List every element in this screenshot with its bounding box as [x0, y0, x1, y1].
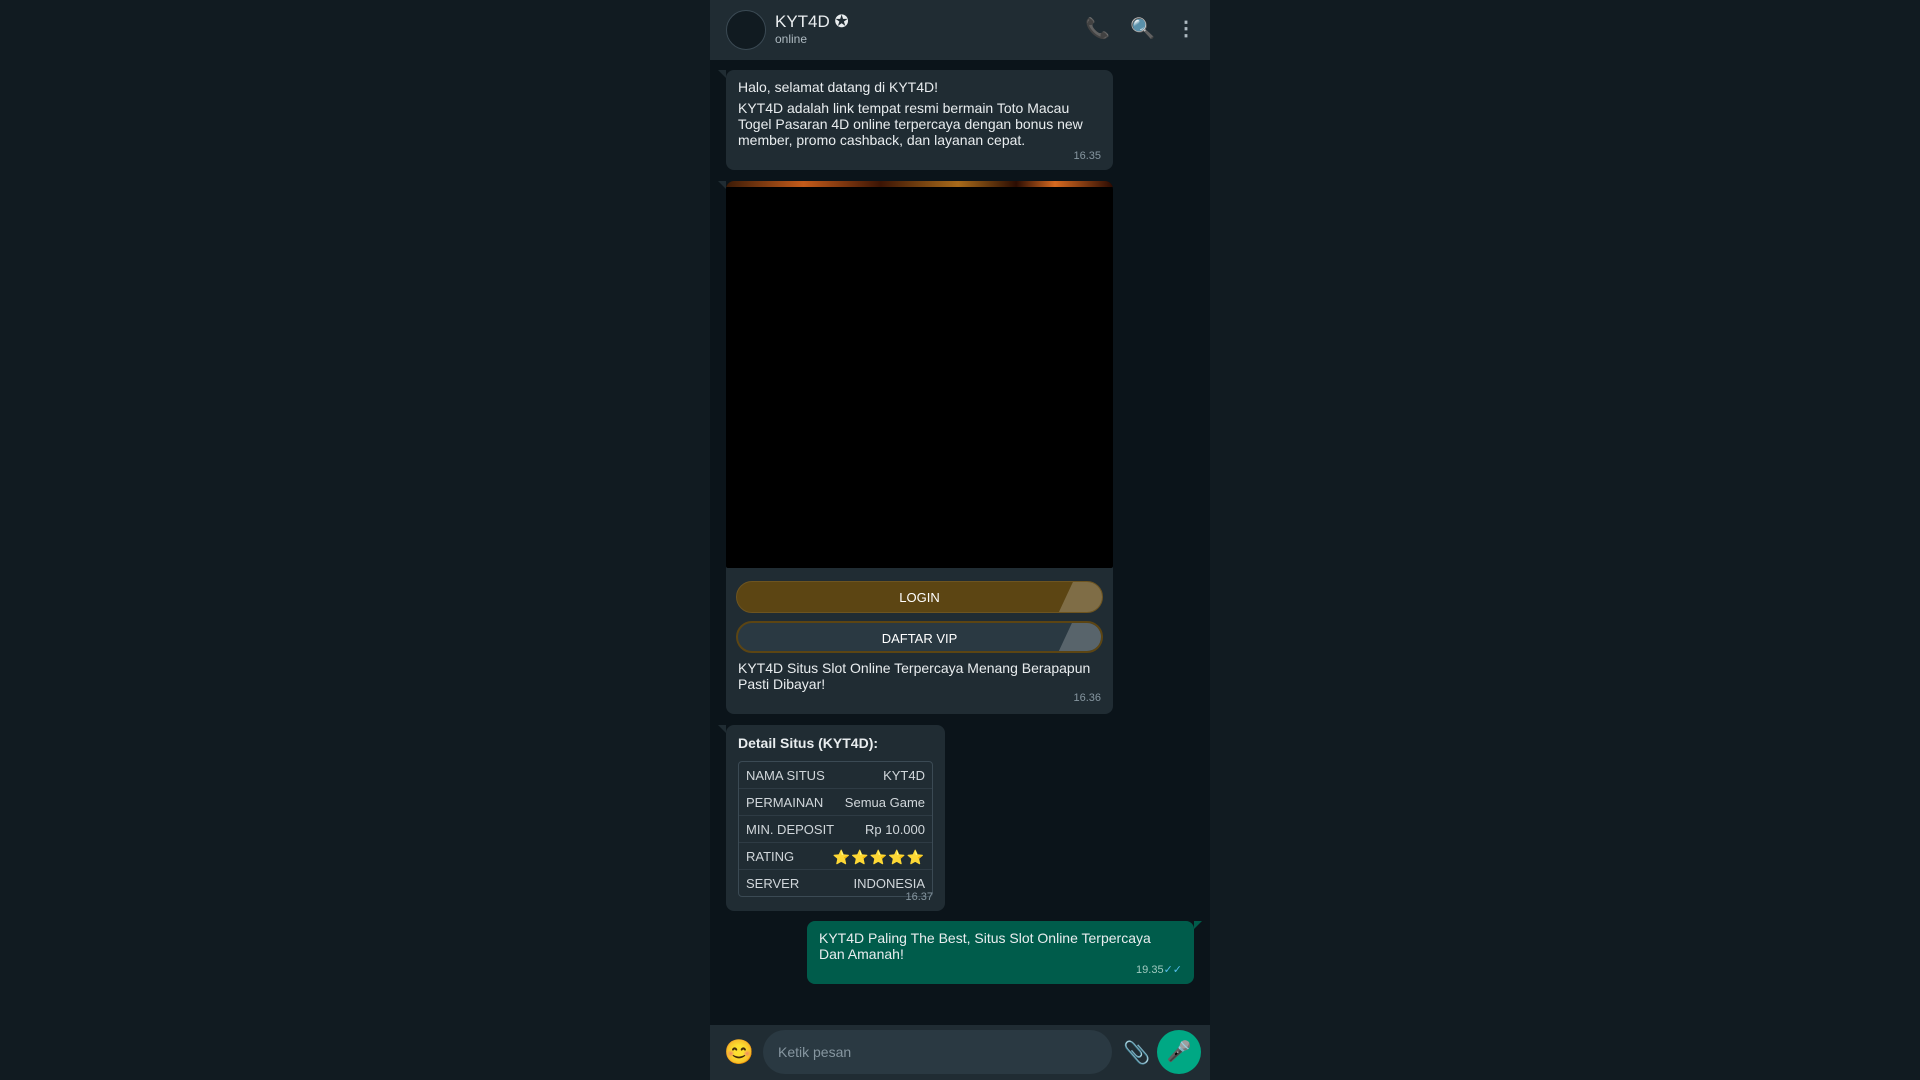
more-vertical-icon[interactable]: ⋮ — [1176, 17, 1196, 41]
row-key: PERMAINAN — [746, 795, 824, 810]
message-bubble-promo: LOGIN DAFTAR VIP KYT4D Situs Slot Online… — [718, 181, 1113, 714]
table-row: RATING ⭐⭐⭐⭐⭐ — [739, 843, 932, 870]
contact-status: online — [775, 32, 808, 46]
message-bubble-welcome: Halo, selamat datang di KYT4D! KYT4D ada… — [718, 70, 1113, 170]
message-composer: 😊 📎 🎤 — [710, 1025, 1210, 1080]
table-row: MIN. DEPOSIT Rp 10.000 — [739, 816, 932, 843]
chat-header: KYT4D ✪ online 📞 🔍 ⋮ — [710, 0, 1210, 60]
details-table: NAMA SITUS KYT4D PERMAINAN Semua Game MI… — [738, 761, 933, 897]
row-key: MIN. DEPOSIT — [746, 822, 835, 837]
message-time: 19.35✓✓ — [1136, 962, 1182, 978]
message-greeting: Halo, selamat datang di KYT4D! — [738, 79, 938, 95]
message-time: 16.35 — [1073, 150, 1101, 162]
table-row: NAMA SITUS KYT4D — [739, 762, 932, 789]
details-heading: Detail Situs (KYT4D): — [738, 735, 879, 751]
message-time: 16.37 — [905, 891, 933, 903]
read-ticks-icon: ✓✓ — [1163, 964, 1182, 976]
message-body: KYT4D adalah link tempat resmi bermain T… — [738, 100, 1083, 148]
rating-stars: ⭐⭐⭐⭐⭐ — [832, 849, 925, 865]
promo-image[interactable] — [726, 181, 1113, 568]
microphone-button[interactable]: 🎤 — [1157, 1030, 1201, 1074]
outgoing-text: KYT4D Paling The Best, Situs Slot Online… — [819, 930, 1151, 962]
message-bubble-outgoing: KYT4D Paling The Best, Situs Slot Online… — [807, 921, 1202, 984]
login-button[interactable]: LOGIN — [736, 581, 1103, 613]
register-vip-button[interactable]: DAFTAR VIP — [736, 621, 1103, 653]
row-key: SERVER — [746, 876, 800, 891]
login-button-label: LOGIN — [899, 590, 940, 605]
register-button-label: DAFTAR VIP — [881, 631, 958, 646]
paperclip-icon[interactable]: 📎 — [1123, 1039, 1150, 1067]
message-time: 16.36 — [1073, 692, 1101, 704]
row-key: NAMA SITUS — [746, 768, 825, 783]
row-value: KYT4D — [883, 768, 925, 783]
chat-window: KYT4D ✪ online 📞 🔍 ⋮ Halo, selamat datan… — [710, 0, 1210, 1080]
search-icon[interactable]: 🔍 — [1130, 17, 1155, 41]
message-input[interactable] — [763, 1030, 1112, 1074]
row-value: Semua Game — [844, 795, 925, 810]
promo-caption: KYT4D Situs Slot Online Terpercaya Menan… — [738, 660, 1091, 692]
row-key: RATING — [746, 849, 795, 864]
contact-avatar[interactable] — [726, 10, 766, 50]
row-value: Rp 10.000 — [865, 822, 925, 837]
microphone-icon: 🎤 — [1166, 1041, 1192, 1063]
table-row: SERVER INDONESIA — [739, 870, 932, 896]
message-bubble-details: Detail Situs (KYT4D): NAMA SITUS KYT4D P… — [718, 725, 945, 911]
time-text: 19.35 — [1136, 964, 1164, 976]
image-banner-strip — [726, 181, 1113, 187]
table-row: PERMAINAN Semua Game — [739, 789, 932, 816]
emoji-icon[interactable]: 😊 — [724, 1039, 754, 1067]
phone-icon[interactable]: 📞 — [1085, 17, 1110, 41]
contact-name[interactable]: KYT4D ✪ — [775, 12, 849, 32]
